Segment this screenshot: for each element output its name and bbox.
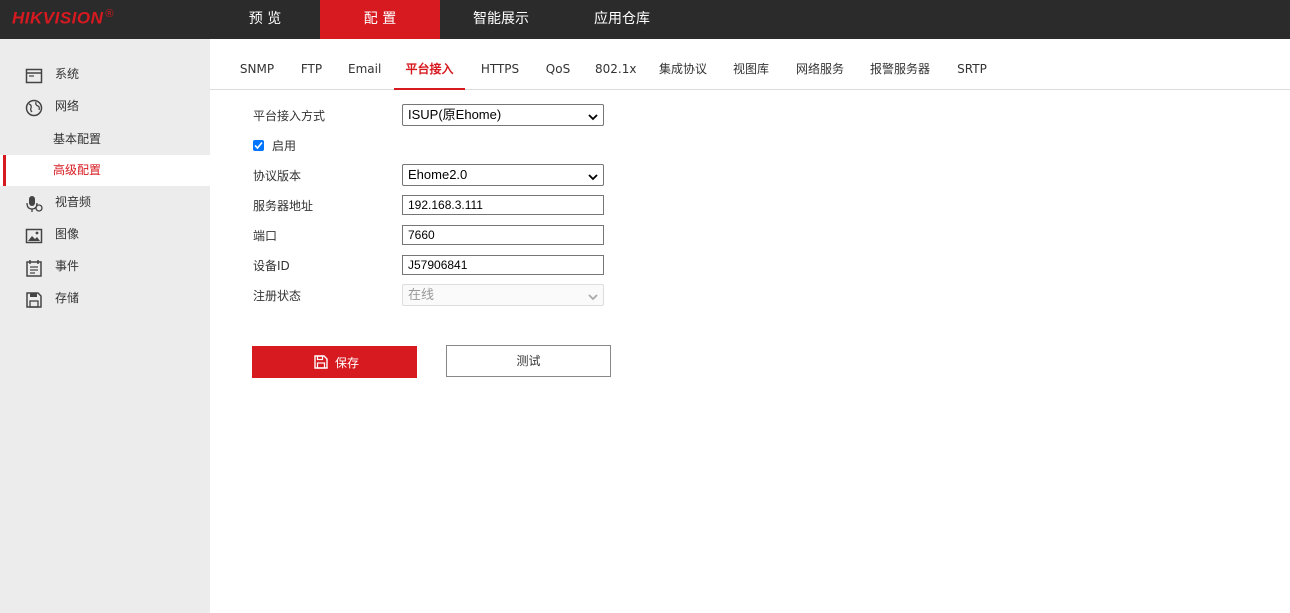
sidebar-item-network[interactable]: 网络 bbox=[0, 91, 210, 122]
sidebar-item-label: 存储 bbox=[55, 291, 80, 305]
globe-icon bbox=[25, 98, 43, 117]
register-status-value: 在线 bbox=[408, 287, 435, 302]
config-tabs: SNMP FTP Email 平台接入 HTTPS QoS 802.1x 集成协… bbox=[210, 39, 1290, 90]
enable-label: 启用 bbox=[272, 139, 297, 153]
hikvision-logo: HIKVISION ® bbox=[12, 8, 114, 29]
tab-ftp[interactable]: FTP bbox=[299, 39, 324, 90]
calendar-icon bbox=[25, 258, 43, 277]
device-id-label: 设备ID bbox=[253, 259, 290, 273]
brand-name: HIKVISION bbox=[12, 8, 104, 28]
sidebar-item-label: 视音频 bbox=[55, 195, 92, 209]
sidebar-item-event[interactable]: 事件 bbox=[0, 251, 210, 282]
sidebar-subitem-label: 基本配置 bbox=[53, 132, 102, 146]
save-button-label: 保存 bbox=[335, 356, 360, 370]
sidebar-item-image[interactable]: 图像 bbox=[0, 219, 210, 250]
access-mode-value: ISUP(原Ehome) bbox=[408, 107, 502, 122]
sidebar: 系统 网络 基本配置 高级配置 视音频 图像 事件 存储 bbox=[0, 39, 210, 613]
tab-snmp[interactable]: SNMP bbox=[239, 39, 275, 90]
topnav-smart-display[interactable]: 智能展示 bbox=[440, 0, 562, 39]
chevron-down-icon bbox=[587, 289, 599, 301]
protocol-version-select[interactable]: Ehome2.0 bbox=[402, 164, 604, 186]
sidebar-item-system[interactable]: 系统 bbox=[0, 59, 210, 90]
protocol-version-label: 协议版本 bbox=[253, 169, 302, 183]
protocol-version-value: Ehome2.0 bbox=[408, 167, 468, 182]
sidebar-item-label: 图像 bbox=[55, 227, 80, 241]
server-address-input[interactable]: 192.168.3.111 bbox=[402, 195, 604, 215]
register-status-label: 注册状态 bbox=[253, 289, 302, 303]
floppy-disk-icon bbox=[314, 355, 328, 372]
topnav-configuration[interactable]: 配 置 bbox=[320, 0, 440, 39]
sidebar-item-label: 事件 bbox=[55, 259, 80, 273]
tab-view-library[interactable]: 视图库 bbox=[731, 39, 771, 90]
floppy-disk-icon bbox=[25, 290, 43, 308]
test-button[interactable]: 测试 bbox=[446, 345, 611, 377]
topnav-app-store[interactable]: 应用仓库 bbox=[562, 0, 682, 39]
sidebar-item-video-audio[interactable]: 视音频 bbox=[0, 187, 210, 218]
system-icon bbox=[25, 66, 43, 84]
port-label: 端口 bbox=[253, 229, 278, 243]
sidebar-item-storage[interactable]: 存储 bbox=[0, 283, 210, 314]
save-button[interactable]: 保存 bbox=[252, 346, 417, 378]
sidebar-subitem-label: 高级配置 bbox=[53, 163, 102, 177]
image-icon bbox=[25, 226, 43, 244]
tab-qos[interactable]: QoS bbox=[545, 39, 571, 90]
access-mode-label: 平台接入方式 bbox=[253, 109, 326, 123]
top-nav: 预 览 配 置 智能展示 应用仓库 bbox=[210, 0, 682, 39]
topnav-preview[interactable]: 预 览 bbox=[210, 0, 320, 39]
device-id-input[interactable]: J57906841 bbox=[402, 255, 604, 275]
tab-email[interactable]: Email bbox=[348, 39, 381, 90]
chevron-down-icon bbox=[587, 109, 599, 121]
tab-alarm-server[interactable]: 报警服务器 bbox=[868, 39, 932, 90]
tab-network-service[interactable]: 网络服务 bbox=[794, 39, 846, 90]
sidebar-subitem-basic-config[interactable]: 基本配置 bbox=[0, 124, 210, 155]
tab-platform-access[interactable]: 平台接入 bbox=[394, 39, 465, 90]
registered-mark: ® bbox=[105, 8, 115, 20]
sidebar-item-label: 网络 bbox=[55, 99, 80, 113]
port-input[interactable]: 7660 bbox=[402, 225, 604, 245]
sidebar-item-label: 系统 bbox=[55, 67, 80, 81]
access-mode-select[interactable]: ISUP(原Ehome) bbox=[402, 104, 604, 126]
tab-srtp[interactable]: SRTP bbox=[954, 39, 990, 90]
tab-8021x[interactable]: 802.1x bbox=[595, 39, 636, 90]
register-status-select: 在线 bbox=[402, 284, 604, 306]
server-address-label: 服务器地址 bbox=[253, 199, 314, 213]
top-bar: HIKVISION ® 预 览 配 置 智能展示 应用仓库 bbox=[0, 0, 1290, 39]
enable-checkbox[interactable] bbox=[253, 140, 264, 151]
microphone-icon bbox=[25, 194, 43, 212]
tab-integration-protocol[interactable]: 集成协议 bbox=[657, 39, 709, 90]
tab-https[interactable]: HTTPS bbox=[479, 39, 521, 90]
chevron-down-icon bbox=[587, 169, 599, 181]
sidebar-subitem-advanced-config[interactable]: 高级配置 bbox=[0, 155, 210, 186]
